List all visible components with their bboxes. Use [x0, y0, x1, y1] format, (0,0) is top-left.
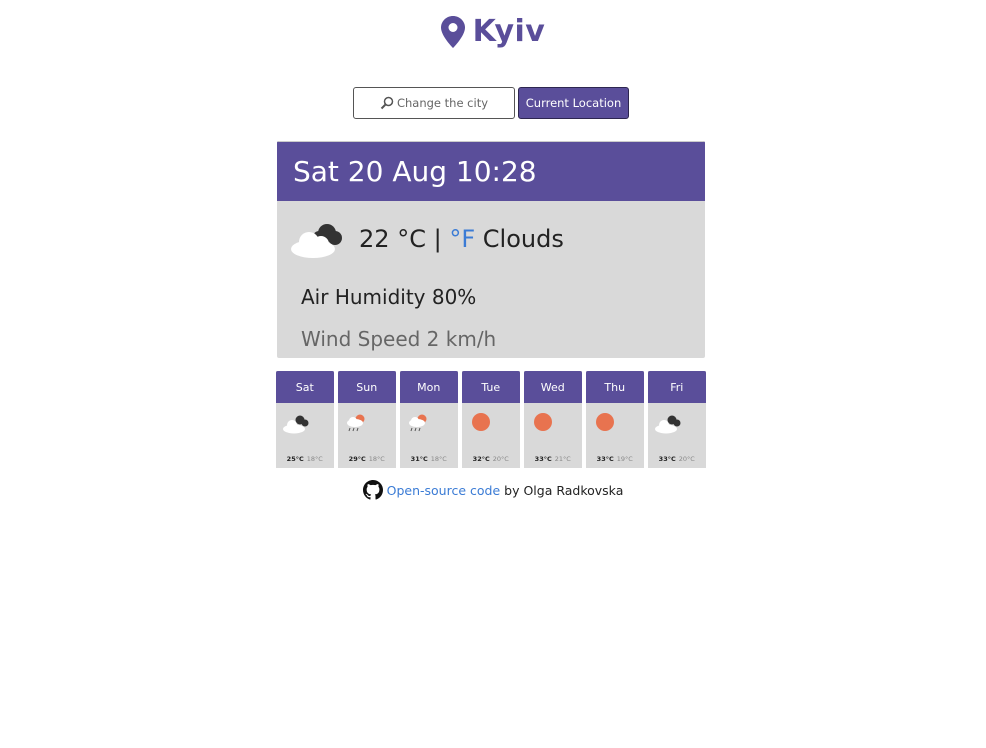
search-icon — [380, 96, 394, 110]
clouds-icon — [291, 224, 342, 258]
forecast-day: Wed 33°C 21°C — [524, 371, 582, 468]
current-location-button[interactable]: Current Location — [518, 87, 629, 119]
forecast-row: Sat 25°C 18°C Sun 29°C 18°C Mon 31°C 18°C T… — [276, 371, 706, 468]
sun-icon — [596, 413, 614, 431]
forecast-min: 19°C — [616, 455, 633, 463]
forecast-max: 33°C — [534, 455, 552, 463]
forecast-day-name: Mon — [400, 371, 458, 403]
forecast-min: 18°C — [430, 455, 447, 463]
city-name: Kyiv — [472, 14, 546, 49]
forecast-day-name: Fri — [648, 371, 706, 403]
github-icon[interactable] — [362, 480, 383, 500]
footer: Open-source code by Olga Radkovska — [0, 480, 986, 500]
map-pin-icon — [440, 15, 465, 48]
search-placeholder: Change the city — [396, 96, 489, 110]
search-input[interactable]: Change the city — [353, 87, 515, 119]
wind-speed: Wind Speed 2 km/h — [301, 327, 497, 351]
forecast-max: 31°C — [410, 455, 428, 463]
forecast-day: Mon 31°C 18°C — [400, 371, 458, 468]
celsius-toggle[interactable]: °C — [397, 225, 426, 253]
forecast-min: 21°C — [554, 455, 571, 463]
forecast-min: 18°C — [368, 455, 385, 463]
sun-icon — [472, 413, 490, 431]
forecast-day: Fri 33°C 20°C — [648, 371, 706, 468]
forecast-day: Thu 33°C 19°C — [586, 371, 644, 468]
rain-sun-icon — [409, 414, 427, 432]
forecast-max: 25°C — [286, 455, 304, 463]
source-code-link[interactable]: Open-source code — [387, 483, 501, 498]
clouds-icon — [655, 415, 681, 434]
forecast-min: 20°C — [492, 455, 509, 463]
weather-description: Clouds — [482, 225, 564, 253]
air-humidity: Air Humidity 80% — [301, 285, 477, 309]
forecast-max: 29°C — [348, 455, 366, 463]
forecast-day-name: Tue — [462, 371, 520, 403]
current-weather-card: Sat 20 Aug 10:28 22 °C | °F Clouds Air H… — [277, 141, 705, 358]
forecast-max: 33°C — [596, 455, 614, 463]
fahrenheit-toggle[interactable]: °F — [449, 225, 475, 253]
current-temp: 22 — [359, 225, 390, 253]
unit-separator: | — [433, 225, 442, 253]
current-datetime: Sat 20 Aug 10:28 — [277, 141, 705, 201]
forecast-min: 18°C — [306, 455, 323, 463]
forecast-day-name: Thu — [586, 371, 644, 403]
current-temperature-line: 22 °C | °F Clouds — [359, 225, 564, 253]
rain-sun-icon — [347, 414, 365, 432]
sun-icon — [534, 413, 552, 431]
forecast-day-name: Sat — [276, 371, 334, 403]
forecast-max: 33°C — [658, 455, 676, 463]
author-credit: by Olga Radkovska — [504, 482, 624, 498]
forecast-day: Tue 32°C 20°C — [462, 371, 520, 468]
forecast-max: 32°C — [472, 455, 490, 463]
forecast-day: Sun 29°C 18°C — [338, 371, 396, 468]
forecast-day-name: Wed — [524, 371, 582, 403]
clouds-icon — [283, 415, 309, 434]
forecast-day-name: Sun — [338, 371, 396, 403]
city-header: Kyiv — [0, 14, 986, 49]
forecast-min: 20°C — [678, 455, 695, 463]
forecast-day: Sat 25°C 18°C — [276, 371, 334, 468]
controls: Change the city Current Location — [353, 87, 629, 119]
current-weather-line: 22 °C | °F Clouds — [289, 219, 564, 259]
